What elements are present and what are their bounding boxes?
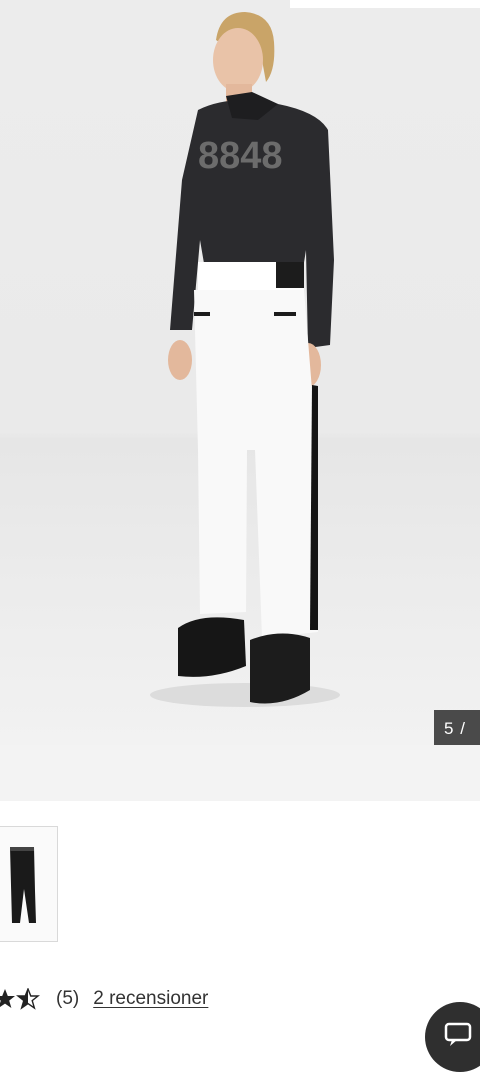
image-counter: 5 /: [434, 710, 480, 745]
pants-thumbnail-icon: [10, 847, 36, 923]
star-full-icon: [0, 989, 15, 1008]
thumbnail-black-pants[interactable]: [0, 826, 58, 942]
product-photo: 8848: [150, 12, 340, 707]
product-rating: (5) 2 recensioner: [0, 986, 208, 1012]
product-image-gallery[interactable]: 8848 5 /: [0, 0, 480, 745]
gallery-bottom-band: [0, 745, 480, 801]
reviews-link[interactable]: 2 recensioner: [93, 988, 208, 1010]
chat-icon: [444, 1022, 472, 1046]
shirt-print: 8848: [198, 135, 283, 177]
star-half-icon: [16, 988, 40, 1010]
rating-count: (5): [56, 988, 80, 1009]
rating-stars: [0, 988, 40, 1010]
chat-button[interactable]: [425, 1002, 480, 1072]
